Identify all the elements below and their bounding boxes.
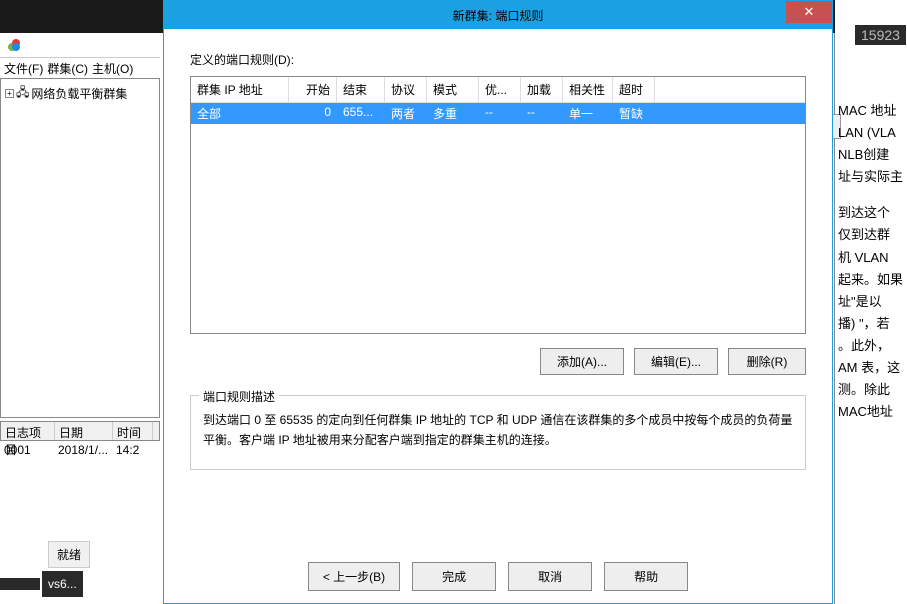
- cancel-button[interactable]: 取消: [508, 562, 592, 591]
- taskbar: vs6...: [0, 568, 160, 600]
- log-header: 日志项目 日期 时间: [0, 421, 160, 441]
- help-button[interactable]: 帮助: [604, 562, 688, 591]
- cell-load: --: [521, 103, 563, 124]
- col-start[interactable]: 开始: [289, 77, 337, 102]
- description-legend: 端口规则描述: [199, 388, 279, 405]
- col-proto[interactable]: 协议: [385, 77, 427, 102]
- log-cell-time: 14:2: [116, 443, 156, 457]
- cell-ip: 全部: [191, 103, 289, 124]
- dialog-title: 新群集: 端口规则: [453, 7, 544, 24]
- description-group: 端口规则描述 到达端口 0 至 65535 的定向到任何群集 IP 地址的 TC…: [190, 395, 806, 470]
- col-timeout[interactable]: 超时: [613, 77, 655, 102]
- tree-root-item[interactable]: + 🖧 网络负载平衡群集: [3, 81, 157, 106]
- tree-root-label: 网络负载平衡群集: [31, 85, 127, 102]
- cell-proto: 两者: [385, 103, 427, 124]
- log-cell-date: 2018/1/...: [58, 443, 116, 457]
- col-aff[interactable]: 相关性: [563, 77, 613, 102]
- rules-header: 群集 IP 地址 开始 结束 协议 模式 优... 加载 相关性 超时: [191, 77, 805, 103]
- dialog-footer: < 上一步(B) 完成 取消 帮助: [164, 550, 832, 603]
- menu-cluster[interactable]: 群集(C): [47, 60, 88, 77]
- col-mode[interactable]: 模式: [427, 77, 479, 102]
- cell-start: 0: [289, 103, 337, 124]
- rules-table: 群集 IP 地址 开始 结束 协议 模式 优... 加载 相关性 超时 全部 0…: [190, 76, 806, 334]
- col-load[interactable]: 加载: [521, 77, 563, 102]
- cell-mode: 多重: [427, 103, 479, 124]
- log-col-time[interactable]: 时间: [113, 422, 153, 440]
- close-icon: ✕: [804, 4, 815, 20]
- status-ready: 就绪: [48, 541, 90, 568]
- edit-button[interactable]: 编辑(E)...: [634, 348, 718, 375]
- log-col-item[interactable]: 日志项目: [1, 422, 55, 440]
- dialog-titlebar[interactable]: 新群集: 端口规则 ✕: [164, 1, 832, 29]
- bg-right-text: MAC 地址 LAN (VLA NLB创建 址与实际主 到达这个 仅到达群 机 …: [838, 100, 907, 423]
- port-rules-dialog: 新群集: 端口规则 ✕ 定义的端口规则(D): 群集 IP 地址 开始 结束 协…: [163, 0, 833, 604]
- finish-button[interactable]: 完成: [412, 562, 496, 591]
- remove-button[interactable]: 删除(R): [728, 348, 806, 375]
- taskbar-start[interactable]: [0, 578, 40, 590]
- menu-host[interactable]: 主机(O): [92, 60, 133, 77]
- nlb-cluster-icon: 🖧: [16, 83, 29, 104]
- cell-pri: --: [479, 103, 521, 124]
- bg-right-number: 15923: [855, 25, 906, 45]
- col-ip[interactable]: 群集 IP 地址: [191, 77, 289, 102]
- log-col-date[interactable]: 日期: [55, 422, 113, 440]
- close-button[interactable]: ✕: [786, 1, 832, 23]
- col-end[interactable]: 结束: [337, 77, 385, 102]
- app-icon: [6, 37, 22, 53]
- bg-app-titlebar: [0, 33, 160, 58]
- bg-tree: + 🖧 网络负载平衡群集: [0, 78, 160, 418]
- cell-end: 655...: [337, 103, 385, 124]
- log-cell-item: 0001: [4, 443, 58, 457]
- taskbar-item[interactable]: vs6...: [42, 571, 83, 597]
- log-row[interactable]: 0001 2018/1/... 14:2: [0, 441, 160, 459]
- cell-aff: 单一: [563, 103, 613, 124]
- col-pri[interactable]: 优...: [479, 77, 521, 102]
- tree-expand-icon[interactable]: +: [5, 89, 14, 98]
- menu-file[interactable]: 文件(F): [4, 60, 43, 77]
- back-button[interactable]: < 上一步(B): [308, 562, 400, 591]
- bg-menubar: 文件(F) 群集(C) 主机(O): [0, 58, 160, 78]
- add-button[interactable]: 添加(A)...: [540, 348, 624, 375]
- cell-timeout: 暂缺: [613, 103, 655, 124]
- description-text: 到达端口 0 至 65535 的定向到任何群集 IP 地址的 TCP 和 UDP…: [203, 410, 793, 451]
- rules-row-selected[interactable]: 全部 0 655... 两者 多重 -- -- 单一 暂缺: [191, 103, 805, 124]
- section-label: 定义的端口规则(D):: [190, 51, 806, 68]
